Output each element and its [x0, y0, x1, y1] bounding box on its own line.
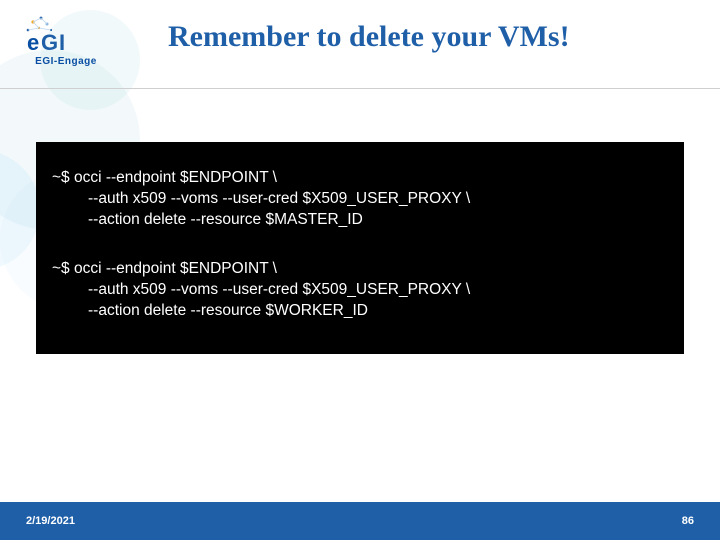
- cmd-line: ~$ occi --endpoint $ENDPOINT \: [52, 259, 668, 280]
- command-block-worker: ~$ occi --endpoint $ENDPOINT \ --auth x5…: [52, 259, 668, 322]
- logo-subtext: EGI-Engage: [16, 56, 116, 67]
- slide-title: Remember to delete your VMs!: [116, 12, 690, 54]
- egi-logo-block: e G I EGI-Engage: [16, 12, 116, 67]
- footer-page-number: 86: [682, 515, 694, 527]
- slide-header: e G I EGI-Engage Remember to delete your…: [0, 0, 720, 88]
- cmd-line: ~$ occi --endpoint $ENDPOINT \: [52, 168, 668, 189]
- command-block-master: ~$ occi --endpoint $ENDPOINT \ --auth x5…: [52, 168, 668, 231]
- egi-logo-icon: e G I: [21, 12, 111, 54]
- cmd-line: --auth x509 --voms --user-cred $X509_USE…: [52, 189, 668, 210]
- footer-bar: 2/19/2021 86: [0, 502, 720, 540]
- footer-date: 2/19/2021: [26, 515, 75, 527]
- cmd-line: --action delete --resource $WORKER_ID: [52, 301, 668, 322]
- cmd-line: --action delete --resource $MASTER_ID: [52, 210, 668, 231]
- svg-text:I: I: [59, 30, 65, 54]
- svg-text:e: e: [27, 30, 39, 54]
- cmd-line: --auth x509 --voms --user-cred $X509_USE…: [52, 280, 668, 301]
- terminal-panel: ~$ occi --endpoint $ENDPOINT \ --auth x5…: [36, 142, 684, 354]
- header-divider: [0, 88, 720, 89]
- svg-text:G: G: [41, 30, 58, 54]
